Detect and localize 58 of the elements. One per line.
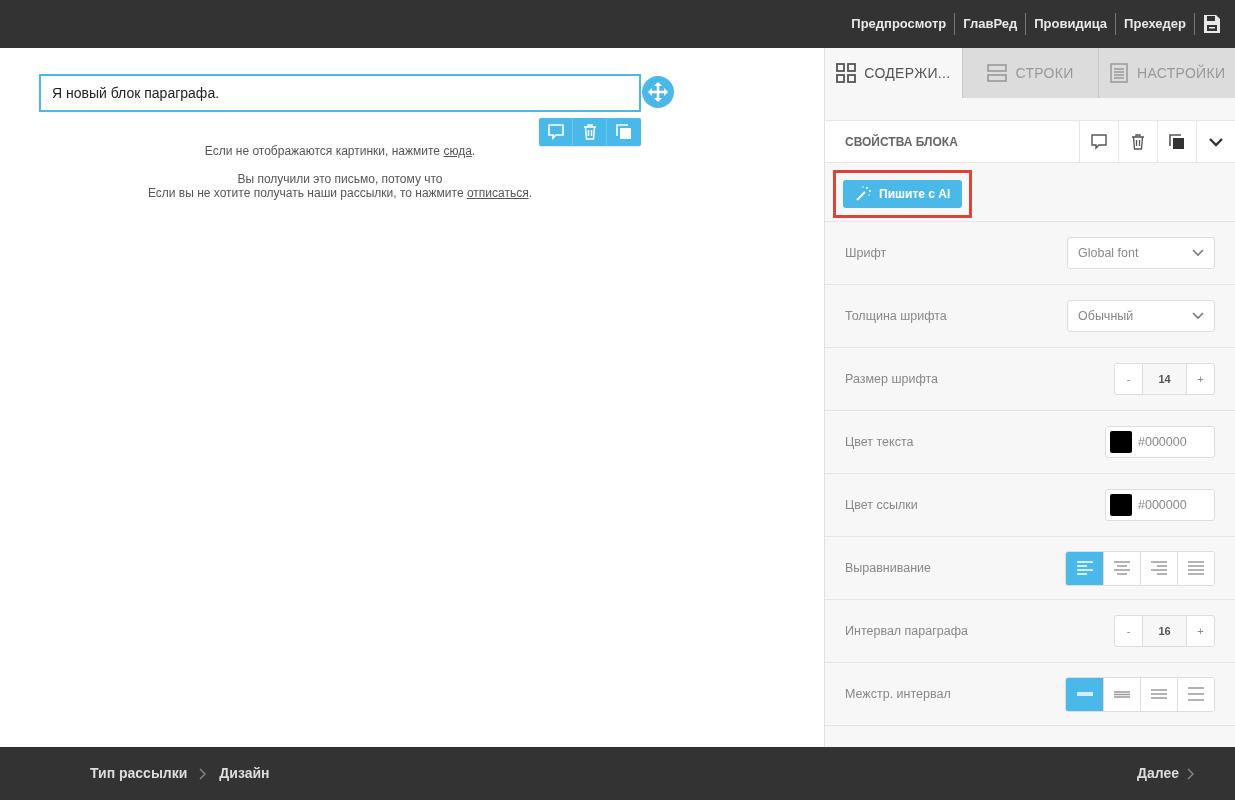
dropdown[interactable]: Global font bbox=[1067, 237, 1215, 269]
align-left-icon bbox=[1076, 561, 1093, 575]
property-label: Цвет текста bbox=[845, 433, 914, 451]
line-spacing-wide-icon bbox=[1188, 687, 1204, 701]
breadcrumb-step[interactable]: Тип рассылки bbox=[90, 763, 188, 784]
duplicate-icon bbox=[615, 123, 633, 141]
footer-text: Вы получили это письмо, потому что bbox=[237, 172, 443, 186]
duplicate-icon bbox=[1168, 132, 1186, 151]
footer-text: Если не отображаются картинки, нажмите сюда. bbox=[204, 144, 476, 158]
property-label: Размер шрифта bbox=[845, 370, 938, 388]
increment-button[interactable]: + bbox=[1186, 616, 1214, 646]
property-label: Интервал параграфа bbox=[845, 622, 968, 640]
increment-button[interactable]: + bbox=[1186, 364, 1214, 394]
stepper-value: 14 bbox=[1143, 364, 1186, 394]
block-properties-title: СВОЙСТВА БЛОКА bbox=[844, 133, 959, 151]
color-field[interactable]: #000000 bbox=[1105, 489, 1215, 521]
property-label: Шрифт bbox=[845, 244, 887, 262]
chevron-down-icon bbox=[1192, 312, 1204, 320]
footer-text: Если вы не хотите получать наши рассылки, то нажмите отписаться. bbox=[147, 186, 533, 200]
property-label: Цвет ссылки bbox=[845, 496, 918, 514]
comment-icon bbox=[1090, 132, 1108, 151]
footer-link[interactable]: сюда bbox=[443, 144, 472, 158]
move-handle[interactable] bbox=[642, 76, 674, 108]
color-swatch[interactable] bbox=[1110, 494, 1132, 516]
line-spacing-normal-icon bbox=[1151, 687, 1167, 701]
align-justify-icon bbox=[1188, 561, 1204, 575]
stepper-value: 16 bbox=[1143, 616, 1186, 646]
nav-link[interactable]: ГлавРед bbox=[955, 13, 1027, 35]
footer-link[interactable]: отписаться bbox=[466, 186, 529, 200]
color-field[interactable]: #000000 bbox=[1105, 426, 1215, 458]
next-button[interactable]: Далее bbox=[1136, 763, 1195, 784]
alignment-option[interactable] bbox=[1066, 551, 1103, 585]
nav-link[interactable]: Предпросмотр bbox=[843, 13, 956, 35]
dropdown[interactable]: Обычный bbox=[1067, 300, 1215, 332]
nav-link[interactable]: Прехедер bbox=[1116, 13, 1195, 35]
magic-wand-icon bbox=[855, 186, 871, 202]
alignment-option[interactable] bbox=[1177, 551, 1214, 585]
align-center-icon bbox=[1114, 561, 1130, 575]
line-spacing-option[interactable] bbox=[1177, 677, 1214, 711]
rows-icon bbox=[987, 63, 1008, 83]
nav-link[interactable]: Провидица bbox=[1026, 13, 1117, 35]
property-label: Толщина шрифта bbox=[845, 307, 947, 325]
align-right-icon bbox=[1151, 561, 1167, 575]
color-swatch[interactable] bbox=[1110, 431, 1132, 453]
property-label: Межстр. интервал bbox=[845, 685, 951, 703]
grid-icon bbox=[836, 63, 857, 83]
move-icon bbox=[648, 82, 668, 102]
delete-icon bbox=[1129, 132, 1147, 151]
document-icon bbox=[1109, 63, 1130, 83]
save-icon bbox=[1203, 14, 1221, 34]
chevron-down-icon bbox=[1192, 249, 1204, 257]
paragraph-block[interactable]: Я новый блок параграфа. bbox=[39, 74, 641, 112]
property-label: Выравнивание bbox=[845, 559, 932, 577]
chevron-right-icon bbox=[1187, 767, 1195, 780]
breadcrumb-step[interactable]: Дизайн bbox=[219, 763, 270, 784]
line-spacing-option[interactable] bbox=[1066, 677, 1103, 711]
comment-icon bbox=[546, 123, 565, 141]
chevron-right-icon bbox=[199, 767, 208, 780]
